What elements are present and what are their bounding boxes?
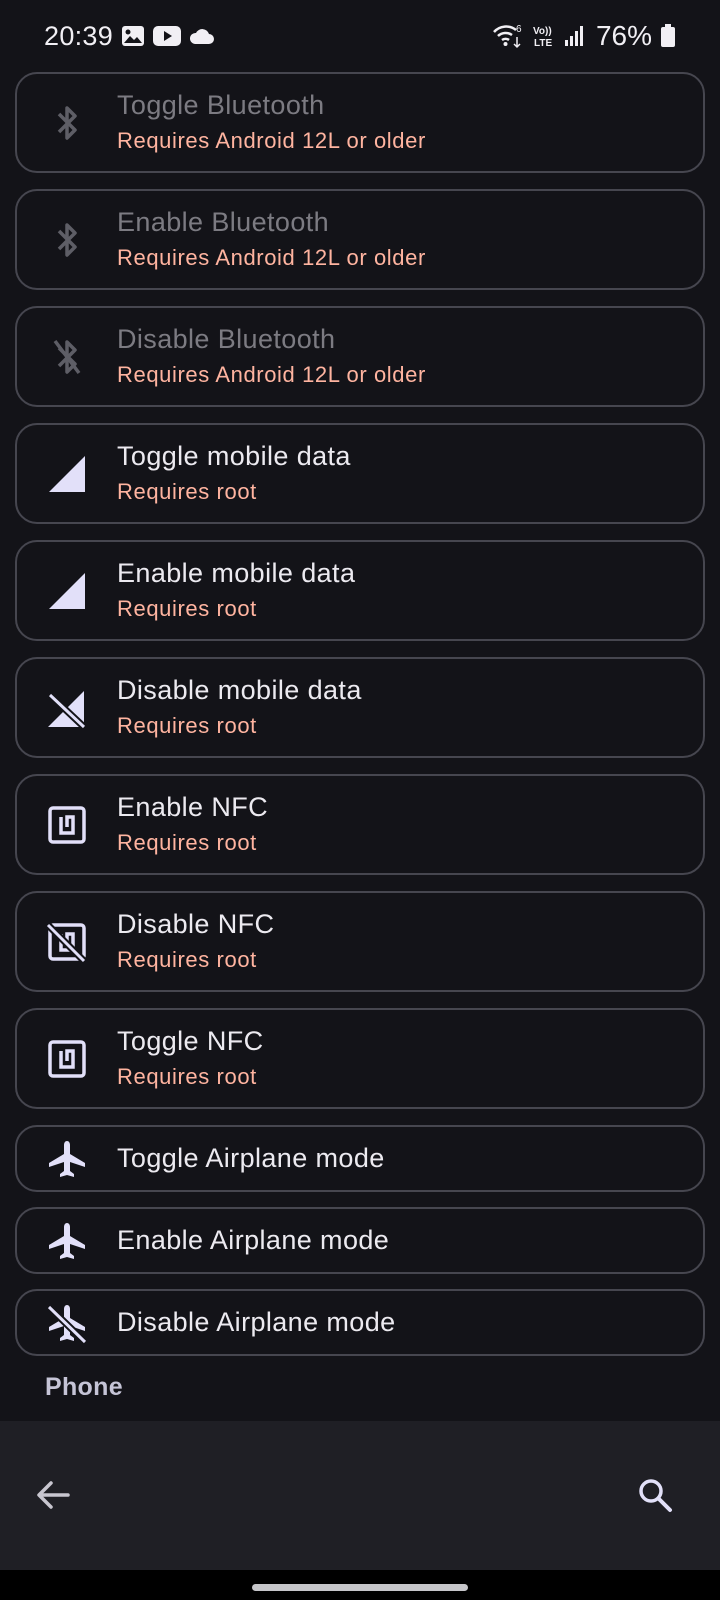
airplane-icon xyxy=(17,1221,117,1261)
nfc-off-icon xyxy=(17,921,117,963)
action-title: Toggle mobile data xyxy=(117,441,351,471)
battery-percentage: 76% xyxy=(595,20,652,51)
nfc-icon xyxy=(17,805,117,845)
action-title: Disable NFC xyxy=(117,909,275,939)
airplane-icon xyxy=(17,1139,117,1179)
action-enable-airplane-mode[interactable]: Enable Airplane mode xyxy=(15,1207,705,1274)
action-enable-bluetooth[interactable]: Enable Bluetooth Requires Android 12L or… xyxy=(15,189,705,290)
action-subtitle: Requires root xyxy=(117,479,257,504)
search-icon xyxy=(639,1479,672,1512)
clock: 20:39 xyxy=(44,20,114,51)
action-disable-bluetooth[interactable]: Disable Bluetooth Requires Android 12L o… xyxy=(15,306,705,407)
airplane-off-icon xyxy=(17,1302,117,1344)
action-title: Toggle Airplane mode xyxy=(117,1143,385,1173)
action-title: Toggle Bluetooth xyxy=(117,90,325,120)
action-toggle-mobile-data[interactable]: Toggle mobile data Requires root xyxy=(15,423,705,524)
bluetooth-disabled-icon xyxy=(17,337,117,377)
action-subtitle: Requires root xyxy=(117,1064,257,1089)
battery-icon xyxy=(660,24,676,48)
bluetooth-icon xyxy=(17,220,117,260)
signal-icon xyxy=(564,25,584,47)
back-arrow-icon xyxy=(37,1481,70,1509)
action-title: Enable NFC xyxy=(117,792,269,822)
cloud-icon xyxy=(189,27,215,45)
action-disable-airplane-mode[interactable]: Disable Airplane mode xyxy=(15,1289,705,1356)
action-subtitle: Requires Android 12L or older xyxy=(117,128,426,153)
action-toggle-airplane-mode[interactable]: Toggle Airplane mode xyxy=(15,1125,705,1192)
action-subtitle: Requires root xyxy=(117,596,257,621)
action-subtitle: Requires Android 12L or older xyxy=(117,362,426,387)
volte-icon: Vo)) LTE xyxy=(532,23,556,49)
svg-text:Vo)): Vo)) xyxy=(533,26,552,37)
youtube-icon xyxy=(153,26,182,46)
action-toggle-bluetooth[interactable]: Toggle Bluetooth Requires Android 12L or… xyxy=(15,72,705,173)
action-disable-mobile-data[interactable]: Disable mobile data Requires root xyxy=(15,657,705,758)
mobile-data-icon xyxy=(17,571,117,611)
mobile-data-off-icon xyxy=(17,687,117,729)
action-enable-nfc[interactable]: Enable NFC Requires root xyxy=(15,774,705,875)
action-subtitle: Requires root xyxy=(117,830,257,855)
nfc-icon xyxy=(17,1039,117,1079)
action-subtitle: Requires Android 12L or older xyxy=(117,245,426,270)
action-subtitle: Requires root xyxy=(117,713,257,738)
action-subtitle: Requires root xyxy=(117,947,257,972)
bluetooth-icon xyxy=(17,103,117,143)
home-gesture-handle[interactable] xyxy=(252,1584,468,1591)
action-enable-mobile-data[interactable]: Enable mobile data Requires root xyxy=(15,540,705,641)
action-title: Toggle NFC xyxy=(117,1026,264,1056)
bottom-app-bar xyxy=(0,1421,720,1570)
gallery-icon xyxy=(121,25,145,47)
action-title: Disable mobile data xyxy=(117,675,362,705)
svg-text:LTE: LTE xyxy=(534,38,552,49)
search-button[interactable] xyxy=(632,1472,678,1518)
status-bar: 20:39 6 Vo)) LTE 76% xyxy=(0,0,720,72)
section-header-phone: Phone xyxy=(45,1373,123,1401)
action-list: Toggle Bluetooth Requires Android 12L or… xyxy=(15,72,705,1371)
svg-text:6: 6 xyxy=(516,24,522,35)
action-title: Enable mobile data xyxy=(117,558,356,588)
back-button[interactable] xyxy=(30,1472,76,1518)
action-title: Disable Bluetooth xyxy=(117,324,336,354)
mobile-data-icon xyxy=(17,454,117,494)
action-title: Disable Airplane mode xyxy=(117,1307,396,1337)
action-disable-nfc[interactable]: Disable NFC Requires root xyxy=(15,891,705,992)
action-title: Enable Airplane mode xyxy=(117,1225,390,1255)
action-toggle-nfc[interactable]: Toggle NFC Requires root xyxy=(15,1008,705,1109)
wifi-6-icon: 6 xyxy=(492,23,524,49)
action-title: Enable Bluetooth xyxy=(117,207,330,237)
